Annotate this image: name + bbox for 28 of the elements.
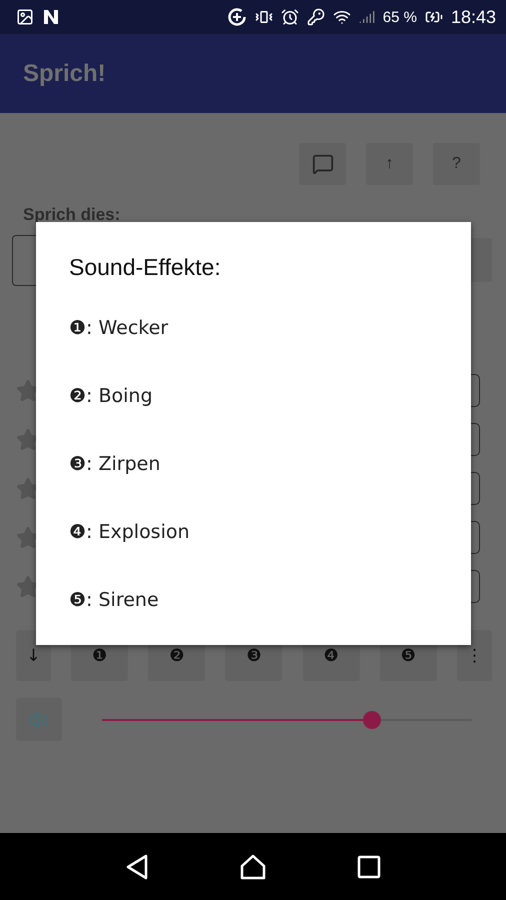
image-icon	[16, 8, 34, 26]
prompt-label: Sprich dies:	[23, 205, 122, 225]
toolbar-button[interactable]: ?	[433, 143, 480, 185]
key-icon	[306, 8, 325, 26]
slider-thumb[interactable]	[363, 710, 382, 728]
battery-percent: 65 %	[382, 8, 417, 26]
dialog-title: Sound-Effekte:	[69, 254, 222, 281]
dialog-item[interactable]: ❹: Explosion	[69, 521, 471, 543]
wifi-icon	[332, 8, 351, 26]
speech-bubble-icon	[312, 153, 334, 175]
app-title: Sprich!	[23, 60, 106, 88]
vibrate-icon	[254, 8, 273, 26]
signal-icon	[358, 9, 375, 25]
toolbar-button[interactable]: ↑	[366, 143, 413, 185]
dialog-item[interactable]: ❸: Zirpen	[69, 453, 471, 475]
dialog-item[interactable]: ❶: Wecker	[69, 317, 471, 339]
data-saver-icon	[226, 7, 247, 27]
recents-icon[interactable]	[357, 854, 381, 878]
speech-bubble-button[interactable]	[299, 143, 346, 185]
n-logo-icon	[42, 8, 60, 26]
speaker-icon	[29, 710, 49, 730]
dialog-item[interactable]: ❷: Boing	[69, 385, 471, 407]
dialog-item[interactable]: ❺: Sirene	[69, 589, 471, 611]
back-icon[interactable]	[125, 854, 149, 880]
side-button[interactable]	[470, 238, 492, 282]
alarm-icon	[280, 8, 299, 26]
home-icon[interactable]	[239, 854, 267, 880]
clock-time: 18:43	[450, 6, 496, 28]
